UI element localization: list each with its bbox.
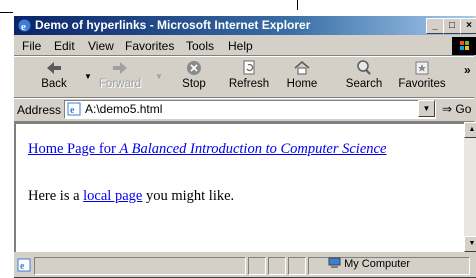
zone-label: My Computer bbox=[344, 258, 411, 270]
forward-arrow-icon bbox=[113, 62, 127, 74]
local-page-after: you might like. bbox=[142, 188, 235, 204]
go-label: Go bbox=[455, 102, 472, 116]
home-page-link-prefix: Home Page for bbox=[28, 141, 120, 157]
refresh-label: Refresh bbox=[228, 78, 270, 90]
home-page-link[interactable]: Home Page for A Balanced Introduction to… bbox=[28, 141, 386, 157]
close-button[interactable]: × bbox=[460, 18, 476, 34]
refresh-button[interactable]: Refresh bbox=[226, 59, 272, 90]
favorites-button[interactable]: Favorites bbox=[394, 59, 450, 90]
page-content: Home Page for A Balanced Introduction to… bbox=[14, 122, 464, 252]
back-dropdown-icon[interactable]: ▼ bbox=[84, 72, 92, 81]
home-icon bbox=[294, 61, 310, 75]
menu-file[interactable]: File bbox=[22, 39, 41, 53]
svg-text:e: e bbox=[70, 105, 75, 116]
svg-text:e: e bbox=[21, 21, 26, 33]
stop-button[interactable]: Stop bbox=[176, 59, 212, 90]
windows-logo-icon bbox=[452, 37, 476, 55]
stop-label: Stop bbox=[182, 78, 206, 90]
address-dropdown-icon[interactable]: ▼ bbox=[418, 100, 435, 117]
menu-view[interactable]: View bbox=[88, 39, 114, 53]
annotation-line bbox=[0, 12, 13, 13]
status-cell-1 bbox=[248, 257, 266, 275]
forward-button[interactable]: Forward bbox=[98, 59, 142, 90]
scroll-up-icon[interactable]: ▲ bbox=[464, 122, 476, 138]
back-button[interactable]: Back bbox=[36, 59, 72, 90]
back-label: Back bbox=[41, 78, 67, 90]
refresh-icon bbox=[243, 60, 255, 75]
page-icon: e bbox=[67, 102, 81, 116]
browser-window: e Demo of hyperlinks - Microsoft Interne… bbox=[12, 14, 476, 278]
address-value: A:\demo5.html bbox=[85, 102, 163, 116]
minimize-button[interactable]: _ bbox=[426, 18, 444, 34]
address-input[interactable]: e A:\demo5.html bbox=[64, 100, 436, 119]
status-text-cell bbox=[34, 257, 246, 275]
favorites-label: Favorites bbox=[398, 78, 446, 90]
local-page-link[interactable]: local page bbox=[83, 188, 142, 204]
menu-favorites[interactable]: Favorites bbox=[125, 39, 174, 53]
search-icon bbox=[357, 60, 371, 75]
menu-help[interactable]: Help bbox=[228, 39, 253, 53]
window-title: Demo of hyperlinks - Microsoft Internet … bbox=[35, 18, 311, 32]
my-computer-icon bbox=[328, 257, 341, 268]
toolbar-overflow-icon[interactable]: » bbox=[464, 63, 471, 77]
local-page-line: Here is a local page you might like. bbox=[28, 188, 234, 205]
title-bar[interactable]: e Demo of hyperlinks - Microsoft Interne… bbox=[14, 16, 476, 35]
svg-text:e: e bbox=[20, 261, 25, 272]
annotation-line-vertical bbox=[297, 0, 298, 10]
forward-label: Forward bbox=[98, 78, 142, 90]
forward-dropdown-icon[interactable]: ▼ bbox=[155, 72, 163, 81]
menu-edit[interactable]: Edit bbox=[54, 39, 75, 53]
home-label: Home bbox=[286, 78, 318, 90]
ie-logo-icon: e bbox=[18, 19, 31, 33]
search-label: Search bbox=[345, 78, 383, 90]
standard-toolbar: Back ▼ Forward ▼ Stop Refresh Home Searc… bbox=[14, 56, 474, 98]
menu-tools[interactable]: Tools bbox=[186, 39, 214, 53]
maximize-button[interactable]: □ bbox=[443, 18, 461, 34]
favorites-icon bbox=[415, 61, 429, 75]
home-page-line: Home Page for A Balanced Introduction to… bbox=[28, 141, 386, 158]
scroll-down-icon[interactable]: ▼ bbox=[464, 236, 476, 252]
vertical-scrollbar[interactable]: ▲ ▼ bbox=[464, 122, 476, 252]
stop-icon bbox=[187, 61, 201, 75]
address-label: Address bbox=[17, 103, 62, 117]
status-cell-2 bbox=[268, 257, 286, 275]
address-bar: Address e A:\demo5.html ▼ ⇒ Go bbox=[14, 98, 474, 122]
back-arrow-icon bbox=[47, 62, 61, 74]
page-status-icon: e bbox=[17, 258, 31, 272]
search-button[interactable]: Search bbox=[342, 59, 386, 90]
local-page-before: Here is a bbox=[28, 188, 84, 204]
go-button[interactable]: ⇒ Go bbox=[442, 102, 471, 116]
menu-bar: File Edit View Favorites Tools Help bbox=[14, 36, 474, 56]
home-button[interactable]: Home bbox=[284, 59, 320, 90]
go-arrow-icon: ⇒ bbox=[442, 102, 453, 116]
zone-indicator: My Computer bbox=[328, 257, 410, 270]
status-bar: e My Computer bbox=[14, 254, 474, 276]
status-cell-3 bbox=[288, 257, 306, 275]
book-title: A Balanced Introduction to Computer Scie… bbox=[119, 141, 387, 157]
